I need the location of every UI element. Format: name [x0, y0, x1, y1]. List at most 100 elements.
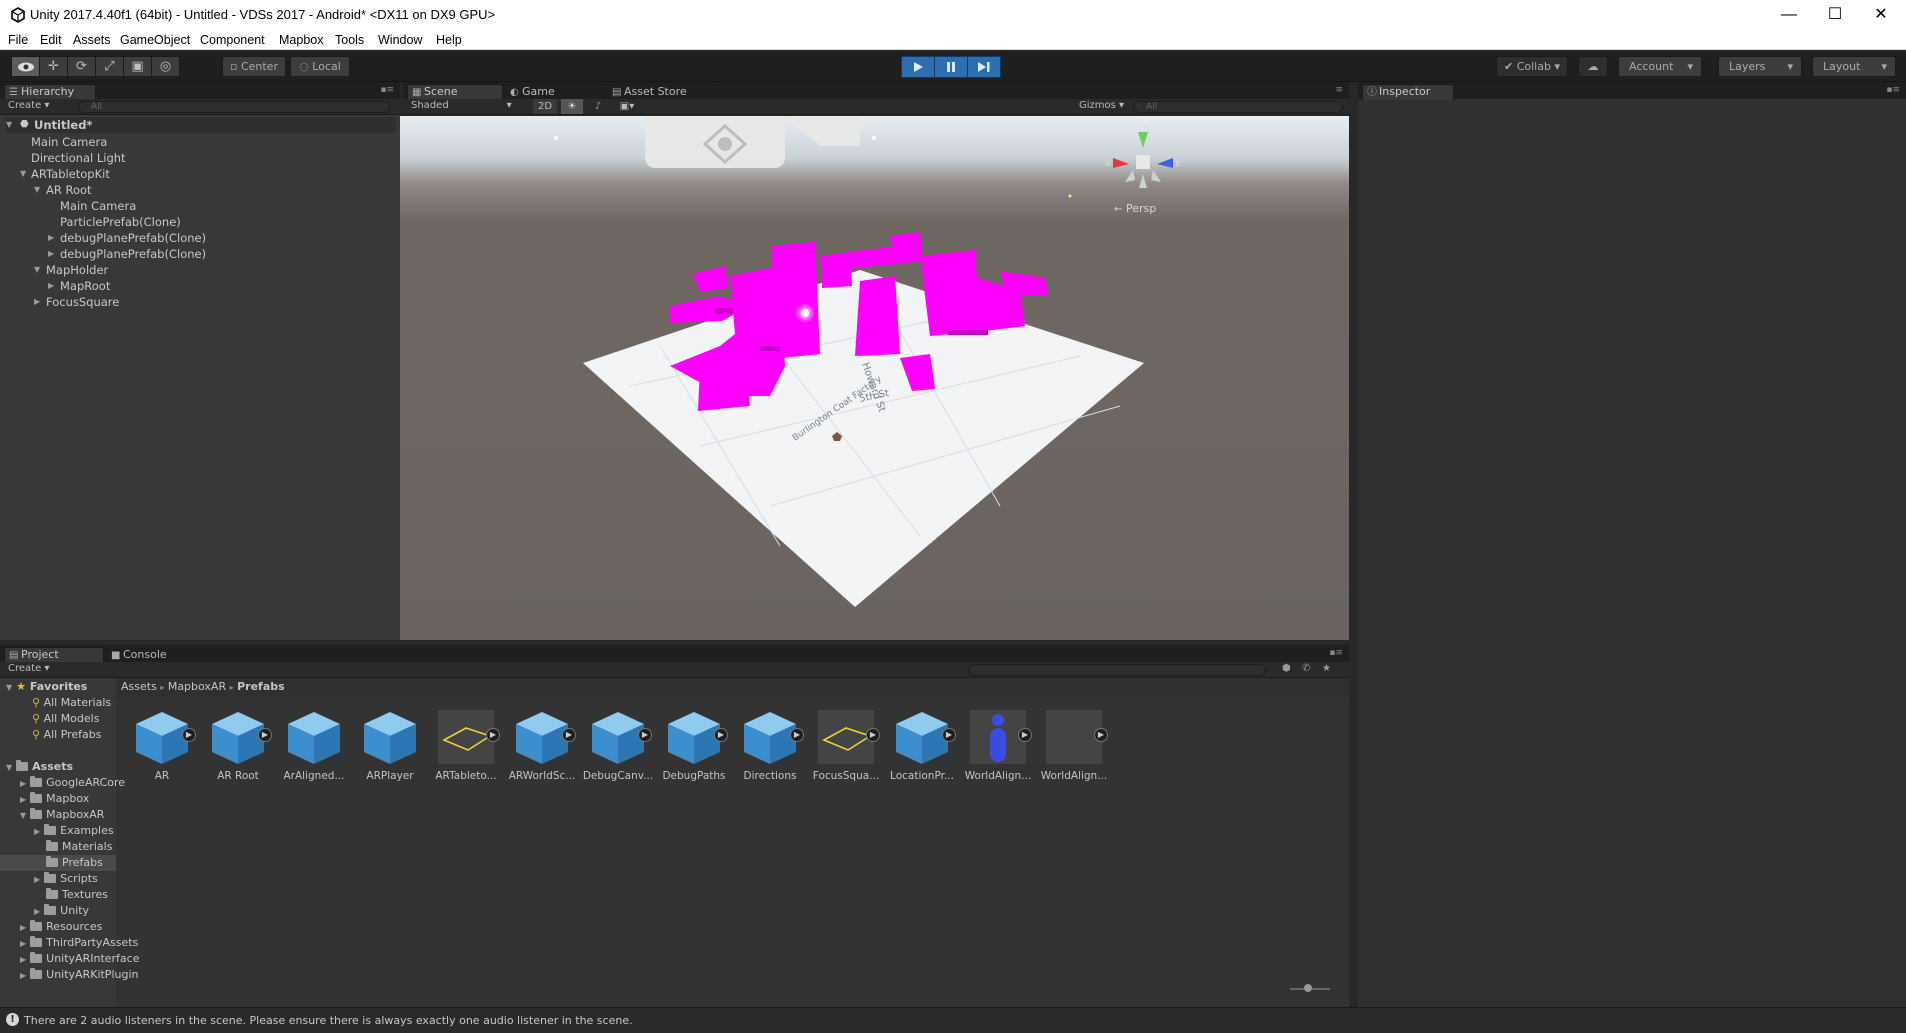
menu-assets[interactable]: Assets: [73, 33, 111, 47]
tab-game[interactable]: ◐ Game: [505, 84, 605, 100]
expand-prefab-icon[interactable]: ▶: [866, 728, 880, 742]
assets-header[interactable]: ▼ Assets: [6, 759, 73, 775]
hierarchy-item[interactable]: ParticlePrefab(Clone): [60, 214, 181, 230]
menu-gameobject[interactable]: GameObject: [120, 33, 190, 47]
shading-mode-dropdown[interactable]: Shaded ▾: [411, 100, 512, 111]
move-tool-icon[interactable]: ✛: [39, 56, 68, 77]
layout-dropdown[interactable]: Layout ▾: [1812, 56, 1896, 77]
asset-item[interactable]: ▶ WorldAlign...: [960, 708, 1036, 788]
tree-item[interactable]: ▶ GoogleARCore: [20, 775, 125, 791]
filter-label-icon[interactable]: ✆: [1302, 663, 1310, 674]
expand-prefab-icon[interactable]: ▶: [714, 728, 728, 742]
minimize-button[interactable]: —: [1766, 0, 1812, 30]
tree-item[interactable]: ▶ Unity: [34, 903, 89, 919]
rect-tool-icon[interactable]: ▣: [123, 56, 152, 77]
menu-tools[interactable]: Tools: [335, 33, 364, 47]
tree-item[interactable]: ▶ Scripts: [34, 871, 98, 887]
expand-triangle-icon[interactable]: ▼: [34, 182, 40, 198]
panel-menu-icon[interactable]: ≡: [1335, 85, 1343, 95]
favorites-header[interactable]: ▼ ★ Favorites: [6, 679, 87, 695]
tab-asset-store[interactable]: ▤ Asset Store: [607, 84, 717, 100]
asset-item[interactable]: ▶ FocusSqua...: [808, 708, 884, 788]
hierarchy-item[interactable]: Main Camera: [31, 134, 107, 150]
favorite-item[interactable]: ⚲ All Prefabs: [32, 727, 102, 743]
tree-item[interactable]: ▶ ThirdPartyAssets: [20, 935, 138, 951]
menu-file[interactable]: File: [8, 33, 28, 47]
tree-item[interactable]: Textures: [46, 887, 108, 903]
favorite-star-icon[interactable]: ★: [1322, 663, 1331, 674]
tab-inspector[interactable]: ⓘ Inspector: [1362, 84, 1454, 100]
status-message[interactable]: There are 2 audio listeners in the scene…: [24, 1014, 633, 1027]
cloud-icon[interactable]: ☁: [1578, 56, 1608, 77]
lighting-icon[interactable]: ☀: [561, 99, 583, 114]
expand-prefab-icon[interactable]: ▶: [486, 728, 500, 742]
tree-item[interactable]: ▶ UnityARKitPlugin: [20, 967, 138, 983]
account-dropdown[interactable]: Account ▾: [1618, 56, 1702, 77]
tab-scene[interactable]: ▦ Scene: [407, 84, 503, 100]
collapsed-triangle-icon[interactable]: ▶: [48, 246, 54, 262]
scene-root-row[interactable]: ▼ ⬣ Untitled*: [6, 117, 396, 133]
scene-search-input[interactable]: All: [1133, 101, 1343, 113]
gizmos-dropdown[interactable]: Gizmos ▾: [1079, 100, 1124, 111]
maximize-button[interactable]: ☐: [1812, 0, 1858, 30]
hierarchy-item[interactable]: ARTabletopKit: [31, 166, 110, 182]
asset-item[interactable]: ▶ DebugPaths: [656, 708, 732, 788]
collapsed-triangle-icon[interactable]: ▶: [48, 278, 54, 294]
expand-triangle-icon[interactable]: ▼: [20, 166, 26, 182]
tab-project[interactable]: ▤ Project: [4, 647, 104, 663]
project-search-input[interactable]: [968, 664, 1266, 676]
breadcrumb-item[interactable]: Assets: [121, 680, 157, 693]
tab-hierarchy[interactable]: ☰ Hierarchy: [4, 84, 96, 100]
collapsed-triangle-icon[interactable]: ▶: [34, 294, 40, 310]
favorite-item[interactable]: ⚲ All Materials: [32, 695, 111, 711]
expand-prefab-icon[interactable]: ▶: [638, 728, 652, 742]
expand-triangle-icon[interactable]: ▼: [6, 117, 12, 133]
step-button[interactable]: [967, 56, 1001, 78]
asset-item[interactable]: ▶ DebugCanv...: [580, 708, 656, 788]
tree-item[interactable]: ▶ UnityARInterface: [20, 951, 139, 967]
asset-item[interactable]: ▶ AR Root: [200, 708, 276, 788]
asset-item[interactable]: ▶ ARTableto...: [428, 708, 504, 788]
asset-item[interactable]: ▶ ARWorldSc...: [504, 708, 580, 788]
toggle-2d-button[interactable]: 2D: [533, 99, 557, 114]
asset-item[interactable]: ArAligned...: [276, 708, 352, 788]
collab-button[interactable]: ✔ Collab ▾: [1496, 56, 1568, 77]
transform-tool-icon[interactable]: ◎: [151, 56, 180, 77]
hierarchy-item[interactable]: MapRoot: [60, 278, 110, 294]
asset-item[interactable]: ▶ AR: [124, 708, 200, 788]
hierarchy-item[interactable]: debugPlanePrefab(Clone): [60, 230, 206, 246]
scale-tool-icon[interactable]: ⤢: [95, 56, 124, 77]
menu-edit[interactable]: Edit: [40, 33, 62, 47]
expand-prefab-icon[interactable]: ▶: [1018, 728, 1032, 742]
project-create-button[interactable]: Create ▾: [8, 663, 49, 674]
audio-icon[interactable]: ♪: [587, 99, 609, 114]
menu-window[interactable]: Window: [378, 33, 422, 47]
asset-item[interactable]: ▶ Directions: [732, 708, 808, 788]
hierarchy-item[interactable]: MapHolder: [46, 262, 108, 278]
expand-prefab-icon[interactable]: ▶: [790, 728, 804, 742]
menu-mapbox[interactable]: Mapbox: [279, 33, 323, 47]
panel-menu-icon[interactable]: ▪≡: [1329, 648, 1343, 658]
pivot-local-button[interactable]: ◌ Local: [290, 56, 350, 77]
expand-prefab-icon[interactable]: ▶: [182, 728, 196, 742]
hierarchy-create-button[interactable]: Create ▾: [8, 100, 49, 111]
hierarchy-item[interactable]: AR Root: [46, 182, 92, 198]
breadcrumb-item[interactable]: Prefabs: [237, 680, 285, 693]
play-button[interactable]: [901, 56, 935, 78]
menu-help[interactable]: Help: [436, 33, 462, 47]
tree-item-selected[interactable]: Prefabs: [0, 855, 116, 871]
collapsed-triangle-icon[interactable]: ▶: [48, 230, 54, 246]
asset-item[interactable]: ARPlayer: [352, 708, 428, 788]
tree-item[interactable]: ▶ Mapbox: [20, 791, 89, 807]
menu-component[interactable]: Component: [200, 33, 265, 47]
hierarchy-item[interactable]: Main Camera: [60, 198, 136, 214]
expand-prefab-icon[interactable]: ▶: [562, 728, 576, 742]
pause-button[interactable]: [934, 56, 968, 78]
close-button[interactable]: ✕: [1858, 0, 1904, 30]
asset-item[interactable]: ▶ WorldAlign...: [1036, 708, 1112, 788]
hierarchy-search-input[interactable]: All: [78, 101, 390, 113]
hierarchy-item[interactable]: FocusSquare: [46, 294, 119, 310]
expand-triangle-icon[interactable]: ▼: [34, 262, 40, 278]
tree-item[interactable]: ▶ Resources: [20, 919, 102, 935]
panel-menu-icon[interactable]: ▪≡: [380, 85, 394, 95]
